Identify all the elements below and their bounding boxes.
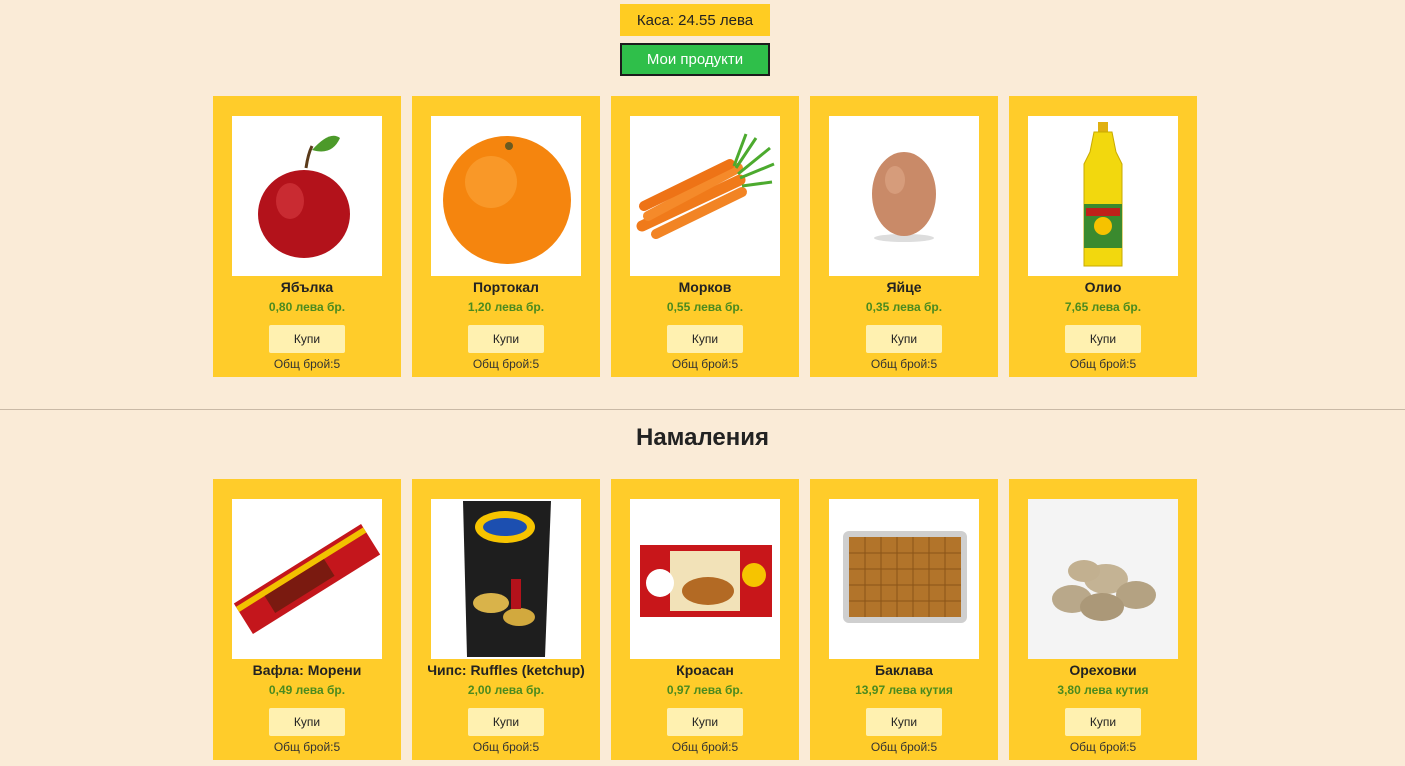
product-name: Ябълка xyxy=(280,279,334,295)
product-name: Ореховки xyxy=(1069,662,1137,678)
buy-button[interactable]: Купи xyxy=(269,325,345,353)
carrot-image xyxy=(630,116,780,276)
egg-image xyxy=(829,116,979,276)
product-name: Олио xyxy=(1084,279,1122,295)
product-price: 2,00 лева бр. xyxy=(467,683,545,697)
product-name: Баклава xyxy=(875,662,933,678)
croissant-image xyxy=(630,499,780,659)
product-card: Ябълка 0,80 лева бр. Купи Общ брой:5 xyxy=(213,96,401,377)
section-divider xyxy=(0,409,1405,410)
cash-display: Каса: 24.55 лева xyxy=(620,4,770,36)
buy-button[interactable]: Купи xyxy=(667,325,743,353)
product-card: Кроасан 0,97 лева бр. Купи Общ брой:5 xyxy=(611,479,799,760)
product-price: 1,20 лева бр. xyxy=(467,300,545,314)
product-card: Морков 0,55 лева бр. Купи Общ брой:5 xyxy=(611,96,799,377)
product-name: Вафла: Морени xyxy=(252,662,362,678)
product-card: Олио 7,65 лева бр. Купи Общ брой:5 xyxy=(1009,96,1197,377)
baklava-image xyxy=(829,499,979,659)
product-count: Общ брой:5 xyxy=(671,740,739,754)
buy-button[interactable]: Купи xyxy=(468,325,544,353)
product-count: Общ брой:5 xyxy=(273,357,341,371)
product-card: Яйце 0,35 лева бр. Купи Общ брой:5 xyxy=(810,96,998,377)
buy-button[interactable]: Купи xyxy=(866,325,942,353)
product-card: Ореховки 3,80 лева кутия Купи Общ брой:5 xyxy=(1009,479,1197,760)
product-count: Общ брой:5 xyxy=(671,357,739,371)
product-count: Общ брой:5 xyxy=(1069,357,1137,371)
product-name: Чипс: Ruffles (ketchup) xyxy=(427,662,585,678)
product-price: 0,49 лева бр. xyxy=(268,683,346,697)
my-products-button[interactable]: Мои продукти xyxy=(620,43,770,76)
product-count: Общ брой:5 xyxy=(273,740,341,754)
product-price: 13,97 лева кутия xyxy=(855,683,953,697)
product-name: Морков xyxy=(678,279,732,295)
product-price: 3,80 лева кутия xyxy=(1057,683,1149,697)
oil-bottle-image xyxy=(1028,116,1178,276)
buy-button[interactable]: Купи xyxy=(1065,325,1141,353)
apple-image xyxy=(232,116,382,276)
product-count: Общ брой:5 xyxy=(1069,740,1137,754)
product-name: Кроасан xyxy=(676,662,734,678)
product-price: 0,80 лева бр. xyxy=(268,300,346,314)
product-card: Чипс: Ruffles (ketchup) 2,00 лева бр. Ку… xyxy=(412,479,600,760)
products-grid: Ябълка 0,80 лева бр. Купи Общ брой:5 Пор… xyxy=(213,96,1197,377)
product-price: 0,35 лева бр. xyxy=(865,300,943,314)
buy-button[interactable]: Купи xyxy=(667,708,743,736)
discounts-title: Намаления xyxy=(636,424,769,451)
buy-button[interactable]: Купи xyxy=(468,708,544,736)
product-price: 0,97 лева бр. xyxy=(666,683,744,697)
product-name: Яйце xyxy=(886,279,922,295)
orange-image xyxy=(431,116,581,276)
discounts-grid: Вафла: Морени 0,49 лева бр. Купи Общ бро… xyxy=(213,479,1197,760)
wafer-image xyxy=(232,499,382,659)
product-price: 7,65 лева бр. xyxy=(1064,300,1142,314)
product-price: 0,55 лева бр. xyxy=(666,300,744,314)
product-count: Общ брой:5 xyxy=(472,357,540,371)
buy-button[interactable]: Купи xyxy=(1065,708,1141,736)
product-name: Портокал xyxy=(473,279,539,295)
product-card: Вафла: Морени 0,49 лева бр. Купи Общ бро… xyxy=(213,479,401,760)
product-count: Общ брой:5 xyxy=(870,740,938,754)
buy-button[interactable]: Купи xyxy=(269,708,345,736)
buy-button[interactable]: Купи xyxy=(866,708,942,736)
chips-image xyxy=(431,499,581,659)
product-count: Общ брой:5 xyxy=(870,357,938,371)
cookies-image xyxy=(1028,499,1178,659)
product-card: Портокал 1,20 лева бр. Купи Общ брой:5 xyxy=(412,96,600,377)
product-count: Общ брой:5 xyxy=(472,740,540,754)
product-card: Баклава 13,97 лева кутия Купи Общ брой:5 xyxy=(810,479,998,760)
